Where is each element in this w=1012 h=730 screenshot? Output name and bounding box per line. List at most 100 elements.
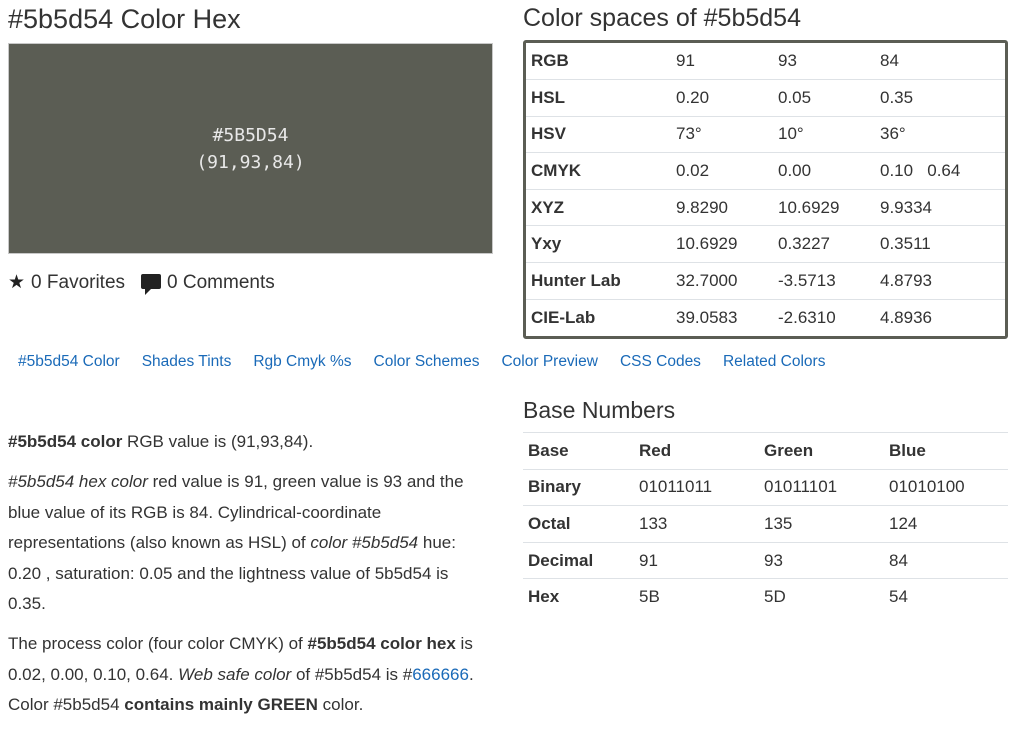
- table-cell: 32.7000: [671, 262, 773, 300]
- table-cell: 10.6929: [671, 225, 773, 264]
- table-cell: -3.5713: [773, 262, 875, 300]
- table-row: XYZ 9.8290 10.6929 9.9334: [526, 189, 1005, 227]
- row-label: CIE-Lab: [531, 307, 596, 327]
- stats-bar: ★ 0 Favorites 0 Comments: [8, 271, 275, 295]
- table-cell: 91: [671, 43, 773, 81]
- table-cell: 01011011: [634, 468, 759, 506]
- table-row: CMYK 0.02 0.00 0.10 0.64: [526, 152, 1005, 190]
- text: The process color (four color CMYK) of: [8, 634, 308, 653]
- row-label: RGB: [526, 43, 671, 81]
- column-header: Base: [523, 432, 634, 470]
- table-cell: 5D: [759, 578, 884, 616]
- table-cell: 93: [773, 43, 875, 81]
- table-cell: 4.8936: [880, 307, 932, 327]
- bold-text: #5b5d54 color: [8, 432, 123, 451]
- table-cell: 0.05: [773, 79, 875, 117]
- table-row: Yxy 10.6929 0.3227 0.3511: [526, 225, 1005, 264]
- table-cell: 01011101: [759, 468, 884, 506]
- table-row: Binary 01011011 01011101 01010100: [523, 468, 1008, 506]
- section-nav: #5b5d54 Color Shades Tints Rgb Cmyk %s C…: [18, 353, 847, 371]
- table-cell: 0.35: [875, 79, 1005, 117]
- column-header: Green: [759, 432, 884, 470]
- table-cell: 133: [634, 505, 759, 543]
- row-label: Yxy: [526, 225, 671, 264]
- text: #: [402, 664, 413, 684]
- table-cell: 39.0583: [676, 307, 738, 327]
- rgb-description: #5b5d54 color RGB value is (91,93,84).: [8, 427, 486, 458]
- table-row: Decimal 91 93 84: [523, 541, 1008, 579]
- table-row: Octal 133 135 124: [523, 505, 1008, 543]
- row-label: Octal: [523, 505, 634, 543]
- table-cell: 0.20: [671, 79, 773, 117]
- table-cell: 0.3227: [773, 225, 875, 264]
- row-label: HSV: [526, 116, 671, 154]
- page-title: #5b5d54 Color Hex: [8, 4, 241, 34]
- table-row: Hunter Lab 32.7000 -3.5713 4.8793: [526, 262, 1005, 300]
- base-numbers-title: Base Numbers: [523, 397, 676, 423]
- color-spaces-box: RGB 91 93 84 HSL 0.20 0.05 0.35 HSV 73° 10° 36° C…: [523, 40, 1008, 339]
- italic-text: #5b5d54 hex color: [8, 472, 148, 491]
- row-label: HSL: [526, 79, 671, 117]
- swatch-rgb-label: (91,93,84): [196, 151, 305, 173]
- table-cell: -2.6310: [778, 307, 836, 327]
- table-cell: 10°: [773, 116, 875, 154]
- table-cell: 10.6929: [773, 189, 875, 227]
- nav-link-color-schemes[interactable]: Color Schemes: [374, 353, 480, 371]
- italic-text: Web safe color: [178, 664, 292, 684]
- row-label: Decimal: [523, 541, 634, 579]
- table-cell: 93: [759, 541, 884, 579]
- table-cell: 5B: [634, 578, 759, 616]
- text: RGB value is (91,93,84).: [122, 432, 314, 451]
- table-row: HSV 73° 10° 36°: [526, 116, 1005, 154]
- text: color.: [317, 695, 364, 714]
- web-safe-color-link[interactable]: 666666: [412, 665, 469, 684]
- star-icon: ★: [8, 272, 26, 293]
- table-cell: 91: [634, 541, 759, 579]
- nav-link-color-preview[interactable]: Color Preview: [501, 353, 597, 371]
- table-cell: 0.3511: [875, 225, 1005, 264]
- comments-count: 0 Comments: [167, 271, 275, 293]
- table-cell: 0.02: [671, 152, 773, 190]
- table-row: Hex 5B 5D 54: [523, 578, 1008, 616]
- table-header-row: Base Red Green Blue: [523, 432, 1008, 470]
- comments-link[interactable]: 0 Comments: [141, 271, 275, 295]
- table-cell: 84: [884, 541, 1008, 579]
- column-header: Red: [634, 432, 759, 470]
- row-label: Hunter Lab: [526, 262, 671, 300]
- table-row: CIE-Lab 39.0583 -2.6310 4.8936: [526, 299, 1005, 336]
- column-header: Blue: [884, 432, 1008, 470]
- color-spaces-table: RGB 91 93 84 HSL 0.20 0.05 0.35 HSV 73° 10° 36° C…: [526, 43, 1005, 336]
- table-cell: 124: [884, 505, 1008, 543]
- table-cell: 9.8290: [671, 189, 773, 227]
- table-cell: 36°: [875, 116, 1005, 154]
- color-swatch: #5B5D54 (91,93,84): [8, 43, 493, 254]
- table-row: RGB 91 93 84: [526, 43, 1005, 81]
- nav-link-related-colors[interactable]: Related Colors: [723, 353, 826, 371]
- text: of #5b5d54 is: [291, 664, 403, 684]
- table-row: HSL 0.20 0.05 0.35: [526, 79, 1005, 117]
- table-cell: 73°: [671, 116, 773, 154]
- bold-text: #5b5d54 color hex: [307, 634, 456, 653]
- row-label: Binary: [523, 468, 634, 506]
- table-cell: 9.9334: [875, 189, 1005, 227]
- row-label: CMYK: [526, 152, 671, 190]
- bold-text: contains mainly GREEN: [124, 695, 318, 714]
- table-cell: 84: [875, 43, 1005, 81]
- comment-icon: [141, 274, 162, 295]
- swatch-hex-label: #5B5D54: [212, 124, 289, 146]
- cmyk-description: The process color (four color CMYK) of #…: [8, 629, 486, 721]
- nav-link-shades-tints[interactable]: Shades Tints: [142, 353, 232, 371]
- italic-text: color #5b5d54: [310, 533, 419, 552]
- nav-link-color[interactable]: #5b5d54 Color: [18, 353, 120, 371]
- nav-link-rgb-cmyk[interactable]: Rgb Cmyk %s: [253, 353, 351, 371]
- hsl-description: #5b5d54 hex color red value is 91, green…: [8, 467, 486, 620]
- row-label: Hex: [523, 578, 634, 616]
- table-cell: 54: [884, 578, 1008, 616]
- table-cell: 01010100: [884, 468, 1008, 506]
- row-label: XYZ: [526, 189, 671, 227]
- nav-link-css-codes[interactable]: CSS Codes: [620, 353, 701, 371]
- table-cell: 135: [759, 505, 884, 543]
- favorites-link[interactable]: ★ 0 Favorites: [8, 271, 125, 294]
- table-cell: 4.8793: [875, 262, 1005, 300]
- table-cell: 0.00: [773, 152, 875, 190]
